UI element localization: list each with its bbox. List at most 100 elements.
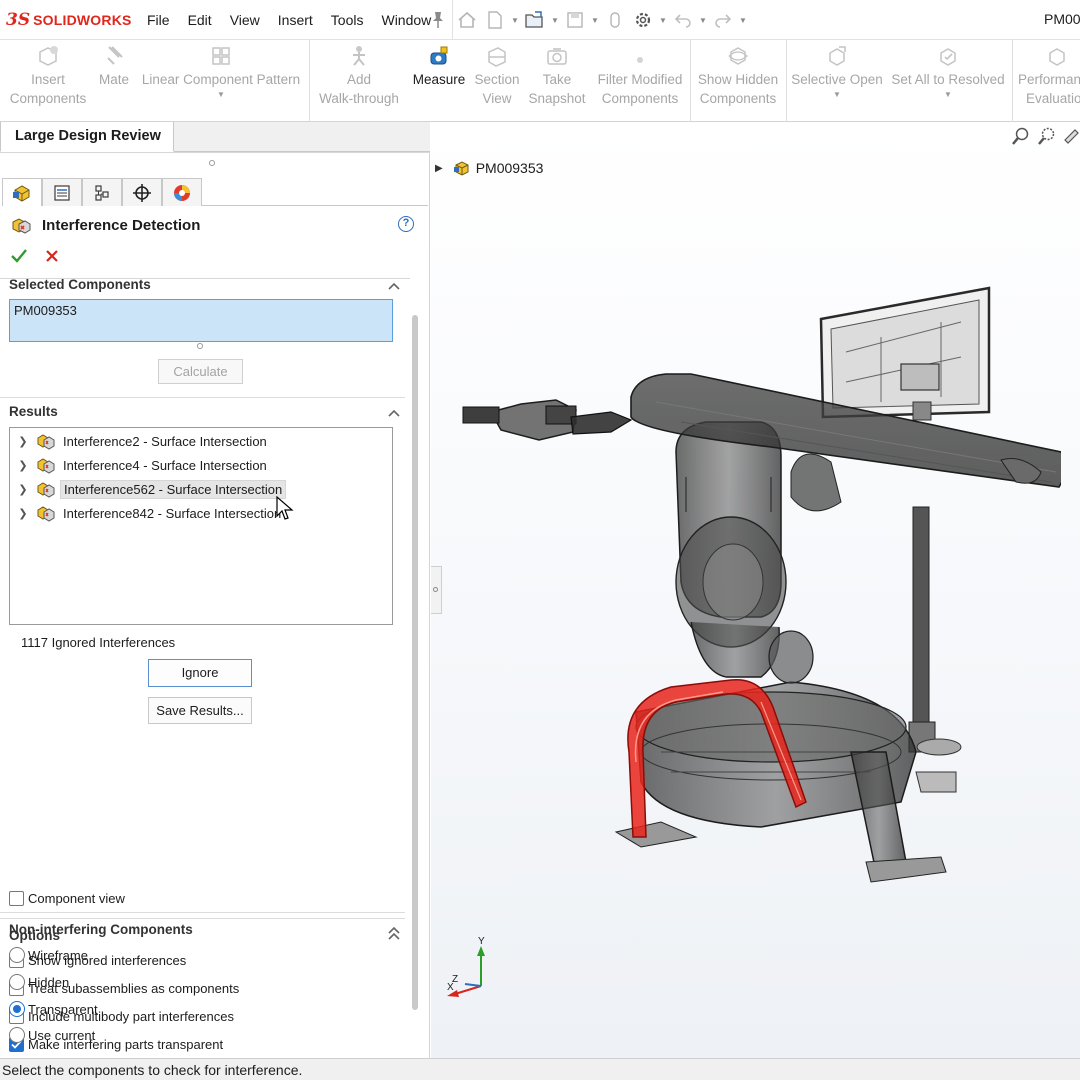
options-gear-icon[interactable] [629,0,657,40]
section-divider [0,912,405,913]
interference-icon [36,456,58,474]
new-dropdown-icon[interactable]: ▼ [509,0,521,40]
robot-assembly-model[interactable] [461,282,1061,902]
menu-tools[interactable]: Tools [322,0,373,40]
component-view-checkbox[interactable]: Component view [9,889,125,907]
expand-arrow-icon[interactable]: ❯ [10,435,36,448]
interference-icon [36,504,58,522]
radio-circle[interactable] [9,974,25,990]
logo-mark: 3S [6,10,31,30]
add-walk-through-button[interactable]: Add Walk-through [312,40,406,122]
expand-arrow-icon[interactable]: ❯ [10,459,36,472]
arm-column-part[interactable] [675,421,814,684]
status-bar: Select the components to check for inter… [0,1058,1080,1080]
show-hidden-components-button[interactable]: Show Hidden Components [692,40,784,122]
expand-arrow-icon[interactable]: ❯ [10,483,36,496]
gripper-part[interactable] [462,399,633,441]
new-document-icon[interactable] [481,0,509,40]
mate-button[interactable]: Mate [94,40,134,122]
ok-check-icon[interactable] [10,248,28,264]
help-icon[interactable]: ? [398,216,414,232]
section-divider [0,397,405,398]
set-resolved-dropdown-icon[interactable]: ▼ [888,89,1008,101]
previous-view-icon[interactable] [1063,126,1079,146]
use-current-radio[interactable]: Use current [9,1026,95,1044]
section-view-icon [488,47,506,67]
collapse-chevron-icon[interactable] [387,281,401,291]
result-item[interactable]: ❯ Interference842 - Surface Intersection [10,502,284,524]
save-icon[interactable] [561,0,589,40]
radio-circle[interactable] [9,1027,25,1043]
redo-icon[interactable] [709,0,737,40]
transparent-radio[interactable]: Transparent [9,1000,98,1018]
save-results-button[interactable]: Save Results... [148,697,252,724]
panel-resize-grip[interactable] [209,160,215,166]
panel-collapse-handle[interactable] [431,566,442,614]
results-list[interactable]: ❯ Interference2 - Surface Intersection ❯… [9,427,393,625]
tab-large-design-review[interactable]: Large Design Review [0,122,174,152]
menu-insert[interactable]: Insert [269,0,322,40]
measure-button[interactable]: Measure [408,40,470,122]
selected-components-list[interactable]: PM009353 [9,299,393,342]
collapse-chevron-icon[interactable] [387,408,401,418]
zoom-to-area-icon[interactable] [1037,126,1057,146]
open-dropdown-icon[interactable]: ▼ [549,0,561,40]
section-view-button[interactable]: Section View [470,40,524,122]
expand-arrow-icon[interactable]: ▶ [435,163,443,174]
undo-dropdown-icon[interactable]: ▼ [697,0,709,40]
tab-property-manager[interactable] [42,178,82,206]
tab-display-manager[interactable] [162,178,202,206]
selected-component-item[interactable]: PM009353 [14,303,77,318]
save-dropdown-icon[interactable]: ▼ [589,0,601,40]
tab-configuration-manager[interactable] [82,178,122,206]
ignore-button[interactable]: Ignore [148,659,252,687]
hidden-radio[interactable]: Hidden [9,973,69,991]
collapse-chevron-icon[interactable] [387,925,401,935]
selective-open-button[interactable]: Selective Open ▼ [788,40,886,122]
filter-modified-components-button[interactable]: Filter Modified Components [592,40,688,122]
redo-dropdown-icon[interactable]: ▼ [737,0,749,40]
performance-evaluation-button[interactable]: Performan Evaluatio [1014,40,1080,122]
radio-circle[interactable] [9,947,25,963]
solidworks-logo[interactable]: 3S SOLIDWORKS [6,9,132,31]
undo-icon[interactable] [669,0,697,40]
property-manager-header: Interference Detection [10,212,200,238]
tab-feature-manager[interactable] [2,178,42,206]
result-item[interactable]: ❯ Interference4 - Surface Intersection [10,454,270,476]
vertical-scrollbar[interactable] [410,279,420,1058]
print-icon[interactable] [601,0,629,40]
tab-dimxpert-manager[interactable] [122,178,162,206]
section-divider [0,918,405,919]
selective-open-dropdown-icon[interactable]: ▼ [788,89,886,101]
linear-pattern-dropdown-icon[interactable]: ▼ [138,89,304,101]
insert-components-button[interactable]: Insert Components [4,40,92,122]
tree-root-label[interactable]: PM009353 [476,160,544,176]
expand-arrow-icon[interactable]: ❯ [10,507,36,520]
radio-circle-selected[interactable] [9,1001,25,1017]
options-dropdown-icon[interactable]: ▼ [657,0,669,40]
result-item-highlighted[interactable]: ❯ Interference562 - Surface Intersection [10,478,287,500]
scrollbar-thumb[interactable] [412,315,418,1010]
cancel-x-icon[interactable] [44,248,60,264]
result-item[interactable]: ❯ Interference2 - Surface Intersection [10,430,270,452]
checkbox-box[interactable] [9,890,24,906]
menu-file[interactable]: File [138,0,179,40]
wireframe-radio[interactable]: Wireframe [9,946,88,964]
configuration-manager-icon [95,184,109,201]
monitor-part[interactable] [819,286,991,421]
menu-view[interactable]: View [221,0,269,40]
set-all-to-resolved-button[interactable]: Set All to Resolved ▼ [888,40,1008,122]
open-folder-icon[interactable] [521,0,549,40]
take-snapshot-button[interactable]: Take Snapshot [526,40,588,122]
calculate-button[interactable]: Calculate [158,359,243,384]
graphics-area[interactable]: ▶ PM009353 Y X Z [431,122,1080,1058]
flyout-feature-tree[interactable]: ▶ PM009353 [435,158,543,178]
home-icon[interactable] [453,0,481,40]
list-resize-grip[interactable] [197,343,203,349]
base-part[interactable] [614,681,947,883]
pole-part[interactable] [908,506,962,793]
pin-icon[interactable] [430,11,446,29]
zoom-to-fit-icon[interactable] [1011,126,1031,146]
linear-component-pattern-button[interactable]: Linear Component Pattern ▼ [138,40,304,122]
menu-edit[interactable]: Edit [179,0,221,40]
